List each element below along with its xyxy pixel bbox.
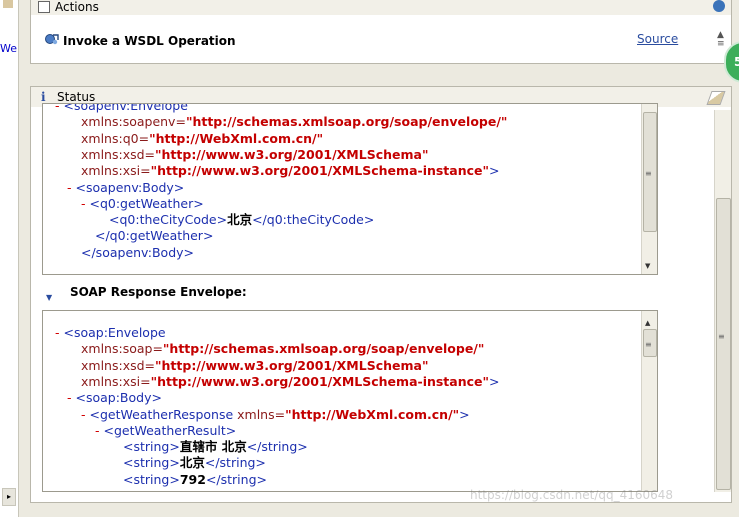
xml-line: xmlns:soapenv="http://schemas.xmlsoap.or… [81, 114, 507, 131]
status-scroll-thumb[interactable] [716, 198, 731, 490]
xml-line: </soapenv:Body> [81, 245, 194, 262]
xml-line: <string>北京</string> [123, 455, 266, 472]
xml-token: "http://schemas.xmlsoap.org/soap/envelop… [162, 341, 485, 357]
scroll-down-arrow-icon[interactable]: ▼ [645, 258, 650, 274]
xml-token: <q0:theCityCode> [109, 212, 228, 228]
watermark: https://blog.csdn.net/qq_4160648 [470, 488, 674, 502]
xml-line: <q0:theCityCode>北京</q0:theCityCode> [109, 212, 374, 229]
xml-token: > [489, 373, 500, 389]
xml-token: <soap:Envelope [63, 325, 166, 340]
xml-token: xmlns:soap= [81, 341, 163, 357]
invoke-operation-icon [45, 34, 59, 45]
xml-line: xmlns:xsi="http://www.w3.org/2001/XMLSch… [81, 374, 500, 391]
xml-token: <q0:getWeather> [89, 195, 204, 211]
xml-token: <string> [123, 439, 180, 455]
xml-line: xmlns:xsd="http://www.w3.org/2001/XMLSch… [81, 358, 428, 375]
soap-request-envelope-view[interactable]: - <soapenv:Envelope xmlns:soapenv="http:/… [42, 103, 658, 275]
actions-scrollbar[interactable]: ▲ ≡ [717, 31, 727, 51]
actions-panel-header: Actions [30, 0, 732, 16]
xml-line: - <getWeatherResult> [95, 423, 236, 440]
xml-line: - <q0:getWeather> [81, 196, 204, 213]
xml-token: 直辖市 北京 [179, 439, 247, 455]
source-link[interactable]: Source [637, 32, 678, 46]
response-vertical-scrollbar[interactable]: ▲ ≡ [641, 311, 657, 491]
xml-token: xmlns:xsd= [81, 146, 156, 162]
status-panel-title: Status [57, 90, 96, 104]
xml-token: "http://www.w3.org/2001/XMLSchema-instan… [150, 373, 490, 389]
xml-token: </soapenv:Body> [81, 244, 195, 260]
xml-token: <soapenv:Body> [75, 179, 185, 195]
xml-token: 792 [179, 471, 206, 487]
xml-token: "http://www.w3.org/2001/XMLSchema" [155, 357, 429, 373]
xml-token: "http://schemas.xmlsoap.org/soap/envelop… [185, 114, 508, 130]
left-scroll-arrow[interactable]: ▸ [2, 488, 16, 506]
xml-token: xmlns:xsi= [81, 163, 151, 179]
xml-line: - <soap:Envelope [55, 325, 166, 342]
xml-line: xmlns:xsi="http://www.w3.org/2001/XMLSch… [81, 163, 500, 180]
xml-token: xmlns:q0= [81, 130, 150, 146]
xml-token: <soapenv:Envelope [63, 103, 188, 113]
xml-token: xmlns= [237, 406, 286, 422]
collapse-toggle-icon[interactable]: ▼ [46, 293, 52, 302]
xml-token: xmlns:xsi= [81, 373, 151, 389]
status-panel-scrollbar[interactable]: ≡ [714, 110, 731, 492]
xml-token: xmlns:xsd= [81, 357, 156, 373]
xml-token: <string> [123, 471, 180, 487]
actions-panel-body: Invoke a WSDL Operation Source ▲ ≡ [30, 15, 732, 64]
xml-line: xmlns:q0="http://WebXml.com.cn/" [81, 131, 323, 148]
xml-token: "http://WebXml.com.cn/" [285, 406, 460, 422]
request-vertical-scrollbar[interactable]: ≡ ▼ [641, 104, 657, 274]
soap-response-envelope-view[interactable]: - <soap:Envelope xmlns:soap="http://schem… [42, 310, 658, 492]
xml-line: - <soapenv:Envelope [55, 103, 188, 115]
xml-token: xmlns:soapenv= [81, 114, 186, 130]
xml-token: <string> [123, 455, 180, 471]
xml-token: > [459, 406, 470, 422]
actions-panel-title: Actions [55, 0, 99, 14]
xml-line: xmlns:soap="http://schemas.xmlsoap.org/s… [81, 341, 484, 358]
actions-icon [38, 1, 50, 13]
xml-token: </q0:theCityCode> [252, 212, 375, 228]
info-icon: i [41, 90, 46, 104]
xml-line: </q0:getWeather> [95, 228, 213, 245]
xml-line: <string>直辖市 北京</string> [123, 439, 308, 456]
operation-title: Invoke a WSDL Operation [63, 34, 236, 48]
xml-token: "http://WebXml.com.cn/" [149, 130, 324, 146]
xml-token: </string> [246, 439, 308, 455]
xml-line: - <soap:Body> [67, 390, 162, 407]
soap-response-label: SOAP Response Envelope: [70, 285, 247, 299]
xml-token: <getWeatherResult> [103, 422, 237, 438]
xml-line: xmlns:xsd="http://www.w3.org/2001/XMLSch… [81, 147, 428, 164]
xml-token: > [489, 163, 500, 179]
clear-status-icon[interactable] [706, 91, 726, 105]
xml-token: "http://www.w3.org/2001/XMLSchema-instan… [150, 163, 490, 179]
left-panel-strip: We ▸ [0, 0, 19, 517]
xml-line: - <soapenv:Body> [67, 180, 184, 197]
wsdl-globe-icon[interactable] [713, 0, 725, 12]
status-panel-body: - <soapenv:Envelope xmlns:soapenv="http:/… [30, 103, 732, 503]
xml-token: "http://www.w3.org/2001/XMLSchema" [155, 146, 429, 162]
xml-line: - <getWeatherResponse xmlns="http://WebX… [81, 407, 470, 424]
xml-line: <string>792</string> [123, 472, 267, 489]
left-panel-text-fragment: We [0, 42, 17, 55]
xml-token: </string> [204, 455, 266, 471]
xml-token: <soap:Body> [75, 390, 162, 406]
xml-token: 北京 [179, 455, 205, 471]
xml-token: </string> [205, 471, 267, 487]
xml-token: <getWeatherResponse [89, 406, 238, 422]
xml-token: 北京 [227, 212, 253, 228]
xml-token: </q0:getWeather> [95, 228, 214, 244]
pencil-icon [3, 0, 13, 8]
